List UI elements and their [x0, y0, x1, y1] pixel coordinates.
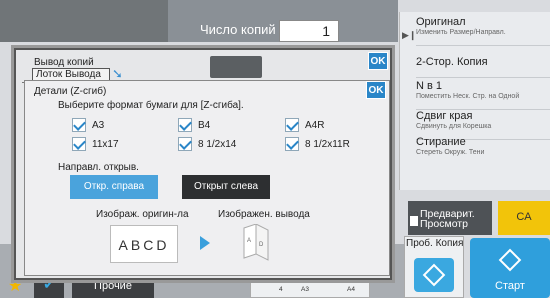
- open-left-button[interactable]: Открыт слева: [182, 175, 270, 199]
- sidebar-item-duplex[interactable]: 2-Стор. Копия: [416, 50, 550, 78]
- start-label: Старт: [495, 280, 525, 292]
- checkbox-label: 8 1/2x14: [198, 139, 237, 150]
- output-image-label: Изображен. вывода: [218, 209, 310, 220]
- play-arrow-icon: [200, 236, 210, 250]
- folded-output-icon: A D: [243, 224, 269, 261]
- start-button[interactable]: Старт: [470, 238, 550, 298]
- function-sidebar: Оригинал Изменить Размер/Направл. 2-Стор…: [399, 12, 550, 190]
- output-arrow-icon: ➘: [112, 66, 123, 81]
- sidebar-item-subtitle: Стереть Окруж. Тени: [416, 149, 485, 156]
- z-fold-subtitle: Выберите формат бумаги для [Z-сгиба].: [58, 100, 244, 111]
- probe-copy-button[interactable]: [414, 258, 454, 292]
- tray-number: 4: [279, 286, 283, 293]
- checkbox-11x17[interactable]: [72, 137, 86, 151]
- sidebar-item-title: 2-Стор. Копия: [416, 56, 488, 68]
- copies-input[interactable]: 1: [279, 20, 339, 42]
- checkbox-label: A3: [92, 120, 105, 131]
- document-icon: [410, 216, 418, 226]
- top-bar-left: [0, 0, 168, 42]
- z-fold-ok-button[interactable]: OK: [366, 81, 386, 99]
- checkbox-8-5x11r[interactable]: [285, 137, 299, 151]
- clear-all-button[interactable]: CA: [498, 201, 550, 235]
- collapse-sidebar-icon[interactable]: ▶❙: [402, 30, 416, 41]
- original-image-preview: ABCD: [110, 225, 178, 263]
- finisher-icon: [210, 56, 262, 78]
- copies-label: Число копий: [200, 22, 276, 37]
- checkbox-8-5x14[interactable]: [178, 137, 192, 151]
- sidebar-item-title: Стирание: [416, 136, 466, 148]
- sidebar-item-n-up[interactable]: N в 1 Поместить Неск. Стр. на Одной: [416, 80, 550, 110]
- svg-text:A: A: [247, 238, 251, 244]
- sidebar-item-subtitle: Поместить Неск. Стр. на Одной: [416, 93, 520, 100]
- tray-paper-size: A3: [301, 286, 309, 293]
- sidebar-item-title: Сдвиг края: [416, 110, 473, 122]
- start-diamond-icon: [498, 248, 522, 272]
- checkbox-label: A4R: [305, 120, 325, 131]
- dialog-title: Вывод копий: [34, 57, 94, 68]
- sidebar-item-subtitle: Сдвинуть для Корешка: [416, 123, 492, 130]
- sidebar-item-original[interactable]: Оригинал Изменить Размер/Направл.: [416, 16, 550, 46]
- open-right-button[interactable]: Откр. справа: [70, 175, 158, 199]
- probe-copy-label: Проб. Копия: [406, 238, 464, 249]
- checkbox-label: B4: [198, 120, 211, 131]
- preview-button[interactable]: Предварит. Просмотр: [408, 201, 492, 235]
- start-diamond-icon: [422, 263, 446, 287]
- svg-text:D: D: [259, 242, 264, 248]
- checkbox-label: 8 1/2x11R: [305, 139, 350, 150]
- ok-button[interactable]: OK: [368, 52, 388, 70]
- tray-paper-size: A4: [347, 286, 355, 293]
- checkbox-b4[interactable]: [178, 118, 192, 132]
- open-direction-label: Направл. открыв.: [58, 162, 139, 173]
- z-fold-title: Детали (Z-сгиб): [34, 86, 107, 97]
- sidebar-item-erase[interactable]: Стирание Стереть Окруж. Тени: [416, 136, 550, 166]
- checkbox-label: 11x17: [92, 139, 119, 150]
- checkbox-a4r[interactable]: [285, 118, 299, 132]
- sidebar-item-title: Оригинал: [416, 16, 466, 28]
- sidebar-item-subtitle: Изменить Размер/Направл.: [416, 29, 506, 36]
- sidebar-item-title: N в 1: [416, 80, 443, 92]
- checkbox-a3[interactable]: [72, 118, 86, 132]
- original-image-label: Изображ. оригин-ла: [96, 209, 189, 220]
